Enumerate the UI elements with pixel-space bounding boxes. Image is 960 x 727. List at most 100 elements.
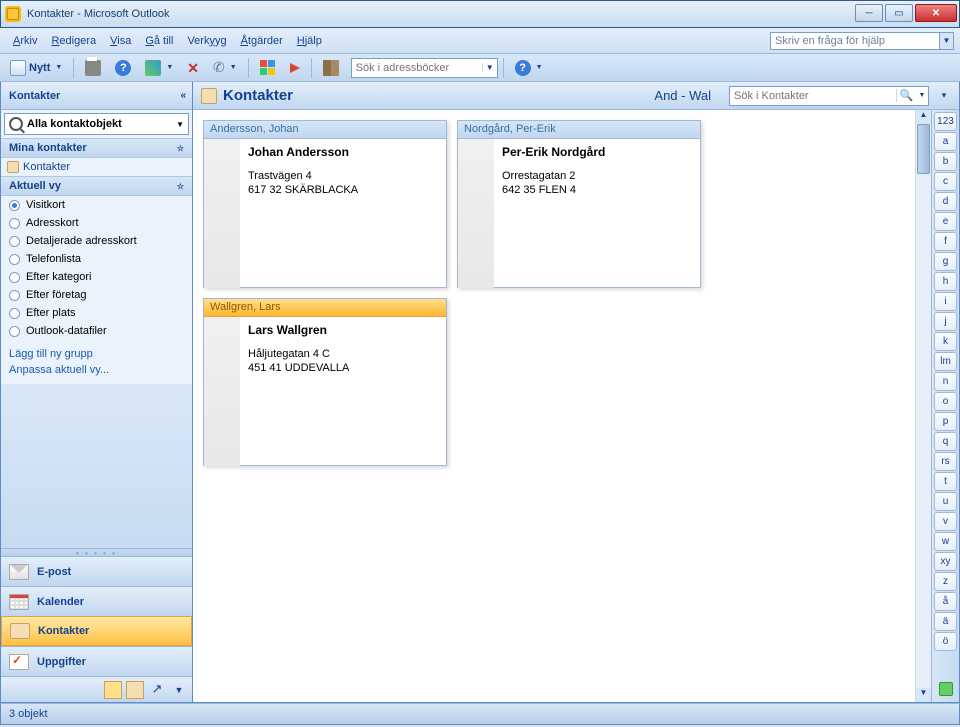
view-option-label: Efter plats [26,307,76,319]
search-icon [9,117,23,131]
alpha-button-lm[interactable]: lm [934,352,957,371]
expand-search-button[interactable]: ▾ [937,90,951,101]
alpha-button-t[interactable]: t [934,472,957,491]
address-search-input[interactable] [352,62,482,74]
search-icon[interactable]: 🔍 [896,89,916,102]
menu-gatill[interactable]: Gå till [138,32,180,50]
radio-icon [9,272,20,283]
alpha-button-w[interactable]: w [934,532,957,551]
alpha-button-g[interactable]: g [934,252,957,271]
app-icon [5,6,21,22]
view-option-4[interactable]: Efter kategori [1,268,192,286]
alpha-button-j[interactable]: j [934,312,957,331]
menu-redigera[interactable]: Redigera [44,32,103,50]
search-options-dropdown[interactable]: ▼ [916,92,928,99]
alpha-button-u[interactable]: u [934,492,957,511]
my-contacts-header[interactable]: Mina kontakter☆ [1,138,192,158]
minimize-button[interactable]: ─ [855,4,883,22]
view-option-0[interactable]: Visitkort [1,196,192,214]
toolbar-help-button[interactable]: ?▼ [509,57,549,79]
content-search[interactable]: 🔍 ▼ [729,86,929,106]
contact-card[interactable]: Andersson, JohanJohan AnderssonTrastväge… [203,120,447,288]
alpha-button-i[interactable]: i [934,292,957,311]
close-button[interactable]: ✕ [915,4,957,22]
alpha-button-k[interactable]: k [934,332,957,351]
contact-card[interactable]: Nordgård, Per-ErikPer-Erik NordgårdOrres… [457,120,701,288]
help-search-dropdown[interactable]: ▼ [940,32,954,50]
menu-hjalp[interactable]: Hjälp [290,32,329,50]
customize-view-link[interactable]: Anpassa aktuell vy... [9,362,184,378]
view-option-6[interactable]: Efter plats [1,304,192,322]
alpha-button-e[interactable]: e [934,212,957,231]
alpha-button-xy[interactable]: xy [934,552,957,571]
alpha-button-c[interactable]: c [934,172,957,191]
scroll-thumb[interactable] [917,124,930,174]
calendar-icon [9,594,29,610]
menu-visa[interactable]: Visa [103,32,138,50]
shortcuts-mini-button[interactable]: ↗ [148,681,166,699]
contact-range: And - Wal [654,88,711,103]
help-search-input[interactable] [770,32,940,50]
contacts-nav-button[interactable]: Kontakter [1,616,192,646]
print-button[interactable] [79,57,107,79]
add-group-link[interactable]: Lägg till ny grupp [9,346,184,362]
addressbook-icon [323,60,339,76]
alpha-button-v[interactable]: v [934,512,957,531]
scroll-down-button[interactable]: ▼ [916,688,931,702]
notes-mini-button[interactable] [104,681,122,699]
alpha-button-123[interactable]: 123 [934,112,957,131]
scroll-up-button[interactable]: ▲ [916,110,931,124]
alpha-button-b[interactable]: b [934,152,957,171]
tasks-icon [9,654,29,670]
address-search-dropdown[interactable]: ▼ [482,63,497,72]
alpha-button-ä[interactable]: ä [934,612,957,631]
help-search[interactable]: ▼ [770,32,954,50]
folders-mini-button[interactable] [126,681,144,699]
alpha-button-q[interactable]: q [934,432,957,451]
nav-gripper[interactable]: • • • • • [1,548,192,556]
addressbook-button[interactable] [317,57,345,79]
alpha-button-p[interactable]: p [934,412,957,431]
mail-nav-button[interactable]: E-post [1,556,192,586]
contacts-folder-item[interactable]: Kontakter [1,158,192,176]
all-contacts-dropdown[interactable]: Alla kontaktobjekt ▼ [4,113,189,135]
tasks-nav-button[interactable]: Uppgifter [1,646,192,676]
menu-arkiv[interactable]: Arkiv [6,32,44,50]
categorize-button[interactable] [254,57,282,79]
alpha-button-f[interactable]: f [934,232,957,251]
view-option-5[interactable]: Efter företag [1,286,192,304]
menu-verktyg[interactable]: Verkyyg [180,32,233,50]
send-receive-button[interactable]: ▼ [139,57,179,79]
alpha-button-z[interactable]: z [934,572,957,591]
calendar-nav-button[interactable]: Kalender [1,586,192,616]
alpha-button-ö[interactable]: ö [934,632,957,651]
menu-atgarder[interactable]: Åtgärder [234,32,290,50]
configure-buttons[interactable]: ▼ [170,681,188,699]
delete-button[interactable]: ✕ [181,57,205,79]
alpha-button-a[interactable]: a [934,132,957,151]
categorize-icon [260,60,276,76]
collapse-nav-button[interactable]: « [180,90,184,101]
contact-card[interactable]: Wallgren, LarsLars WallgrenHåljutegatan … [203,298,447,466]
alpha-button-o[interactable]: o [934,392,957,411]
flag-button[interactable] [284,57,306,79]
view-option-1[interactable]: Adresskort [1,214,192,232]
alpha-button-h[interactable]: h [934,272,957,291]
current-view-header[interactable]: Aktuell vy☆ [1,176,192,196]
new-button[interactable]: Nytt▼ [4,57,68,79]
maximize-button[interactable]: ▭ [885,4,913,22]
alpha-button-d[interactable]: d [934,192,957,211]
view-option-label: Detaljerade adresskort [26,235,137,247]
alpha-button-å[interactable]: å [934,592,957,611]
content-search-input[interactable] [730,90,896,102]
alpha-button-n[interactable]: n [934,372,957,391]
view-option-3[interactable]: Telefonlista [1,250,192,268]
presence-icon[interactable] [934,682,957,700]
address-search[interactable]: ▼ [351,58,498,78]
call-button[interactable]: ✆▼ [207,57,243,79]
view-option-7[interactable]: Outlook-datafiler [1,322,192,340]
view-option-2[interactable]: Detaljerade adresskort [1,232,192,250]
vertical-scrollbar[interactable]: ▲ ▼ [915,110,931,702]
alpha-button-rs[interactable]: rs [934,452,957,471]
help-button[interactable]: ? [109,57,137,79]
